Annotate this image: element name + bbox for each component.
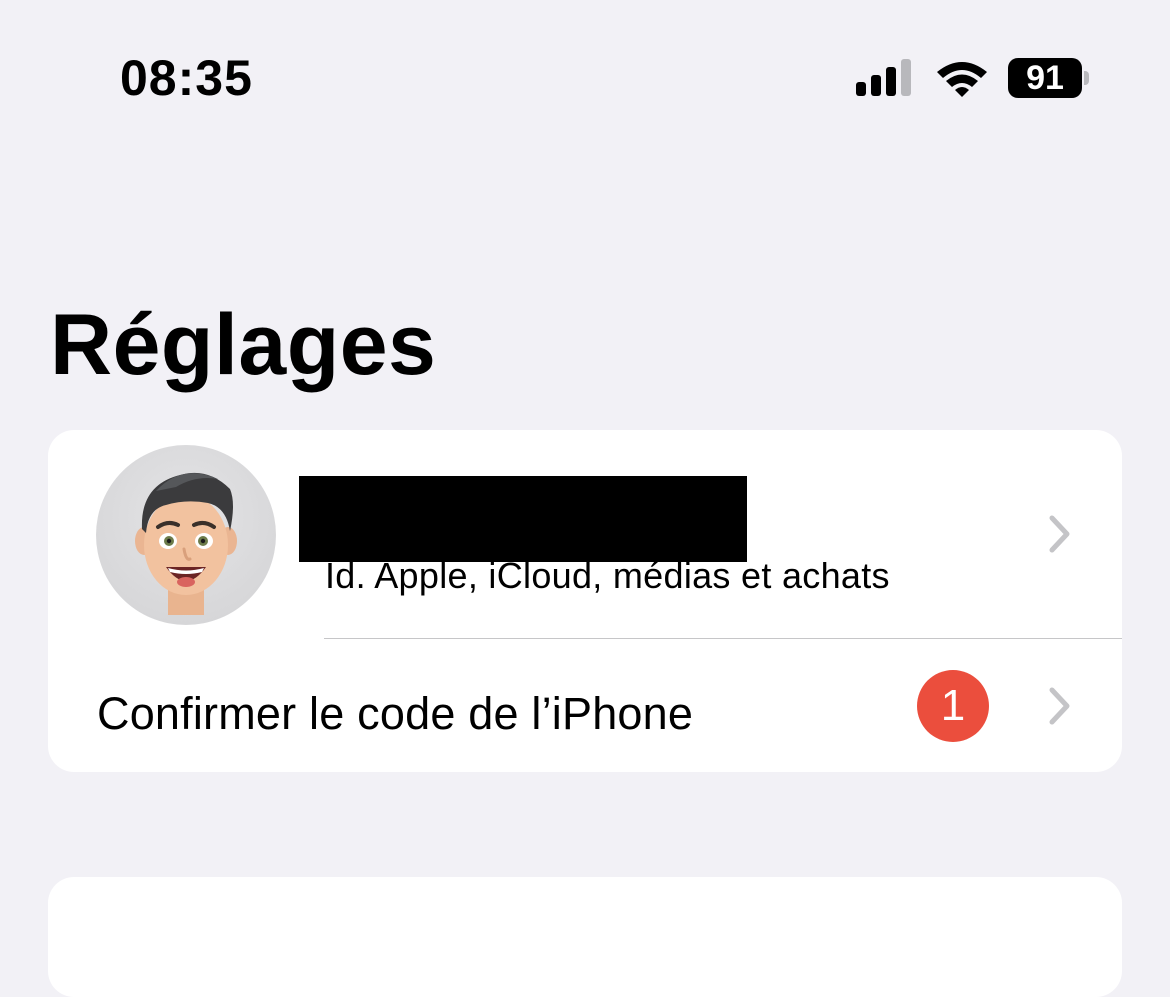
status-time: 08:35 (120, 50, 253, 106)
confirm-passcode-row[interactable]: Confirmer le code de l’iPhone 1 (48, 639, 1122, 772)
chevron-right-icon (1049, 515, 1070, 553)
redacted-account-name (299, 476, 747, 562)
status-bar: 08:35 91 (0, 0, 1170, 150)
battery-cap (1084, 71, 1089, 85)
memoji-avatar-icon (96, 445, 276, 625)
settings-group-card (48, 877, 1122, 997)
battery-level: 91 (1008, 58, 1082, 98)
wifi-icon (937, 62, 987, 97)
apple-id-subtitle: Id. Apple, iCloud, médias et achats (325, 555, 890, 596)
chevron-right-icon (1049, 687, 1070, 725)
battery-indicator: 91 (1008, 58, 1090, 98)
cellular-signal-icon (856, 59, 911, 96)
confirm-passcode-label: Confirmer le code de l’iPhone (97, 688, 694, 739)
page-title: Réglages (50, 297, 437, 393)
account-card: Id. Apple, iCloud, médias et achats Conf… (48, 430, 1122, 772)
notification-badge: 1 (917, 670, 989, 742)
apple-id-row[interactable]: Id. Apple, iCloud, médias et achats (48, 430, 1122, 639)
